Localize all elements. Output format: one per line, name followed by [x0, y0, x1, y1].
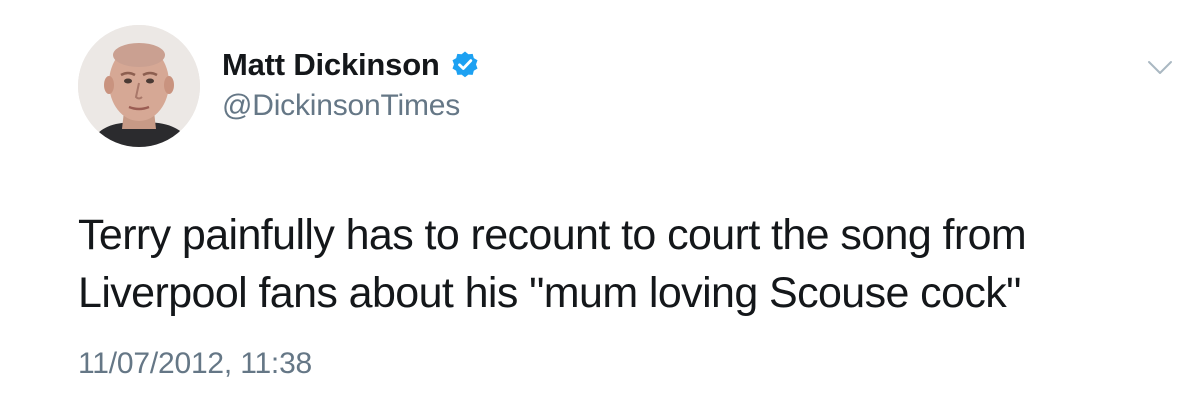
tweet-text: Terry painfully has to recount to court … — [78, 206, 1158, 322]
avatar-portrait-icon — [78, 25, 200, 147]
author-row: Matt Dickinson — [222, 43, 480, 87]
tweet-text-line: Terry painfully has to recount to court … — [78, 211, 1027, 259]
tweet-timestamp[interactable]: 11/07/2012, 11:38 — [78, 347, 312, 381]
author-name[interactable]: Matt Dickinson — [222, 47, 440, 83]
verified-badge-icon — [450, 50, 480, 80]
avatar[interactable] — [78, 25, 200, 147]
author-handle[interactable]: @DickinsonTimes — [222, 89, 460, 123]
chevron-down-icon[interactable] — [1147, 58, 1173, 78]
tweet-card: Matt Dickinson @DickinsonTimes Terry pai… — [0, 0, 1196, 407]
tweet-text-line: Liverpool fans about his "mum loving Sco… — [78, 269, 1021, 317]
